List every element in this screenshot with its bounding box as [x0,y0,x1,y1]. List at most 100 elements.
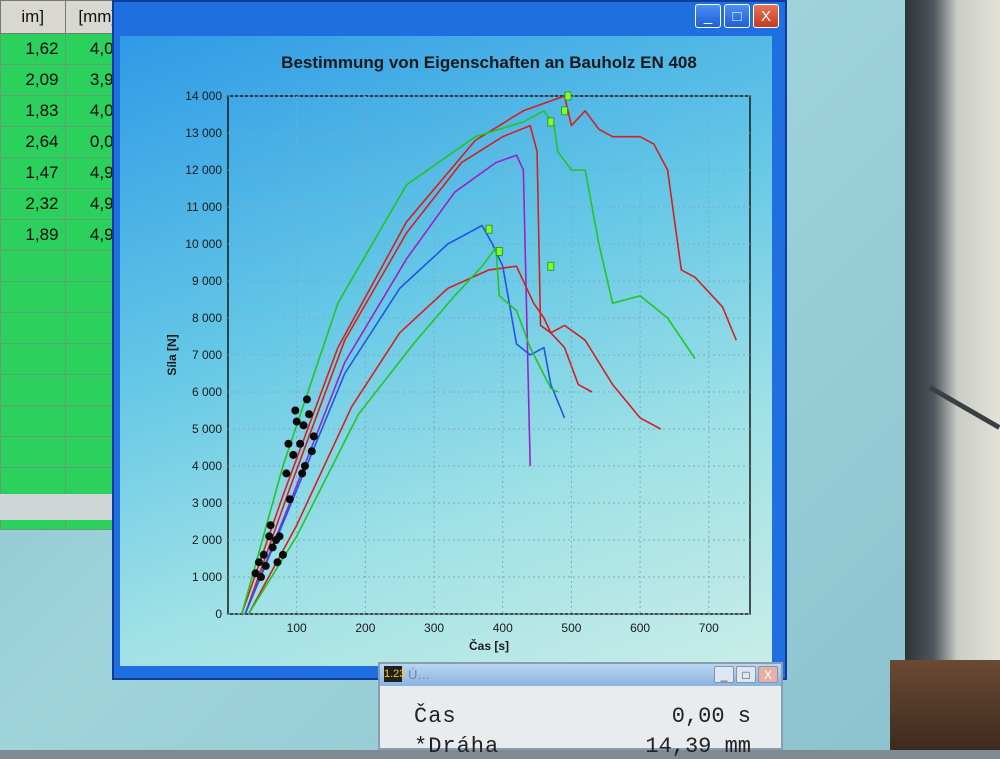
data-point-marker [282,469,291,478]
data-point-marker [302,395,311,404]
force-time-chart: 100 200 300 400 500 600 700 0 1 000 2 000 3 000 4 0… [165,53,751,653]
x-tick-label: 200 [355,621,375,635]
series-line [244,124,662,615]
table-row: 1,62 4,00 [0,33,130,65]
table-cell-empty[interactable] [0,312,66,344]
table-cell[interactable]: 2,32 [0,188,66,220]
table-cell-empty[interactable] [0,436,66,468]
data-point-marker [309,432,318,441]
chart-title: Bestimmung von Eigenschaften an Bauholz … [281,53,697,72]
readout-label-distance: *Dráha [414,734,500,759]
data-point-marker [296,439,305,448]
table-row: 1,83 4,00 [0,95,130,127]
peak-marker [564,91,572,101]
readout-value-time: 0,00 s [671,704,751,729]
data-point-marker [307,447,316,456]
table-cell[interactable]: 1,47 [0,157,66,189]
readout-window: 1.23 Ú… _ □ X Čas 0,00 s *Dráha 14,39 mm [378,662,783,759]
table-row: 2,09 3,99 [0,64,130,96]
y-tick-label: 12 000 [185,163,222,177]
table-row: 2,32 4,97 [0,188,130,220]
x-tick-label: 600 [630,621,650,635]
column-header[interactable]: im] [0,0,66,34]
data-point-marker [275,532,284,541]
readout-maximize-button[interactable]: □ [736,666,756,683]
peak-marker [547,261,555,271]
readout-minimize-button[interactable]: _ [714,666,734,683]
data-table: im] [mm] 1,62 4,00 2,09 3,99 1,83 4,00 2,64 0,0… [0,0,130,530]
table-cell-empty[interactable] [0,374,66,406]
x-axis-label: Čas [s] [469,638,509,653]
monitor-bezel [905,0,1000,750]
y-tick-label: 13 000 [185,126,222,140]
peak-marker [485,224,493,234]
table-row [0,374,130,406]
maximize-button[interactable]: □ [724,4,750,28]
peak-marker [547,117,555,127]
readout-controls: _ □ X [714,666,778,683]
y-tick-label: 11 000 [186,200,222,214]
x-tick-label: 400 [493,621,513,635]
y-tick-label: 3 000 [192,496,222,510]
y-tick-label: 1 000 [192,570,222,584]
data-point-marker [289,450,298,459]
screen: im] [mm] 1,62 4,00 2,09 3,99 1,83 4,00 2,64 0,0… [0,0,905,759]
y-tick-label: 0 [215,607,222,621]
data-point-marker [254,558,263,567]
sheet-footer [0,494,130,520]
table-body: 1,62 4,00 2,09 3,99 1,83 4,00 2,64 0,00 1,47 4,96… [0,33,130,530]
data-point-marker [273,558,282,567]
data-point-marker [305,410,314,419]
y-tick-label: 14 000 [185,89,222,103]
y-tick-label: 4 000 [192,459,222,473]
table-cell[interactable]: 1,89 [0,219,66,251]
table-cell-empty[interactable] [0,250,66,282]
table-row: 2,64 0,00 [0,126,130,158]
table-cell-empty[interactable] [0,405,66,437]
y-tick-label: 2 000 [192,533,222,547]
x-tick-label: 700 [699,621,719,635]
table-cell-empty[interactable] [0,281,66,313]
y-tick-label: 5 000 [192,422,222,436]
peak-marker [561,106,568,116]
chart-window: _ □ X 100 200 300 400 500 600 700 0 1 000 2 000 3 … [112,0,787,680]
peak-marker [495,246,503,256]
table-row [0,436,130,468]
x-tick-label: 500 [561,621,581,635]
y-tick-label: 7 000 [192,348,222,362]
data-point-marker [299,421,308,430]
table-row [0,343,130,375]
data-point-marker [298,469,307,478]
desk [890,660,1000,750]
table-cell-empty[interactable] [0,343,66,375]
table-cell[interactable]: 1,83 [0,95,66,127]
table-cell[interactable]: 1,62 [0,33,66,65]
app-icon: 1.23 [384,666,406,682]
table-cell[interactable]: 2,64 [0,126,66,158]
minimize-button[interactable]: _ [695,4,721,28]
table-row: 1,89 4,99 [0,219,130,251]
data-point-marker [292,417,301,426]
window-controls: _ □ X [695,4,779,28]
y-tick-label: 10 000 [185,237,222,251]
table-row [0,312,130,344]
y-tick-label: 6 000 [192,385,222,399]
data-point-marker [285,495,294,504]
data-point-marker [256,573,265,581]
readout-close-button[interactable]: X [758,666,778,683]
table-cell[interactable]: 2,09 [0,64,66,96]
readout-label-time: Čas [414,704,457,729]
data-point-marker [265,532,274,541]
y-tick-label: 9 000 [192,274,222,288]
readout-title: Ú… [408,667,431,682]
data-point-marker [261,561,270,570]
readout-titlebar: 1.23 Ú… _ □ X [380,664,781,686]
table-row [0,405,130,437]
readout-value-distance: 14,39 mm [645,734,751,759]
series-line [240,110,696,615]
close-button[interactable]: X [753,4,779,28]
data-point-marker [284,439,293,448]
data-point-marker [291,406,300,415]
data-point-marker [259,550,268,559]
y-axis-label: Síla [N] [165,334,179,375]
